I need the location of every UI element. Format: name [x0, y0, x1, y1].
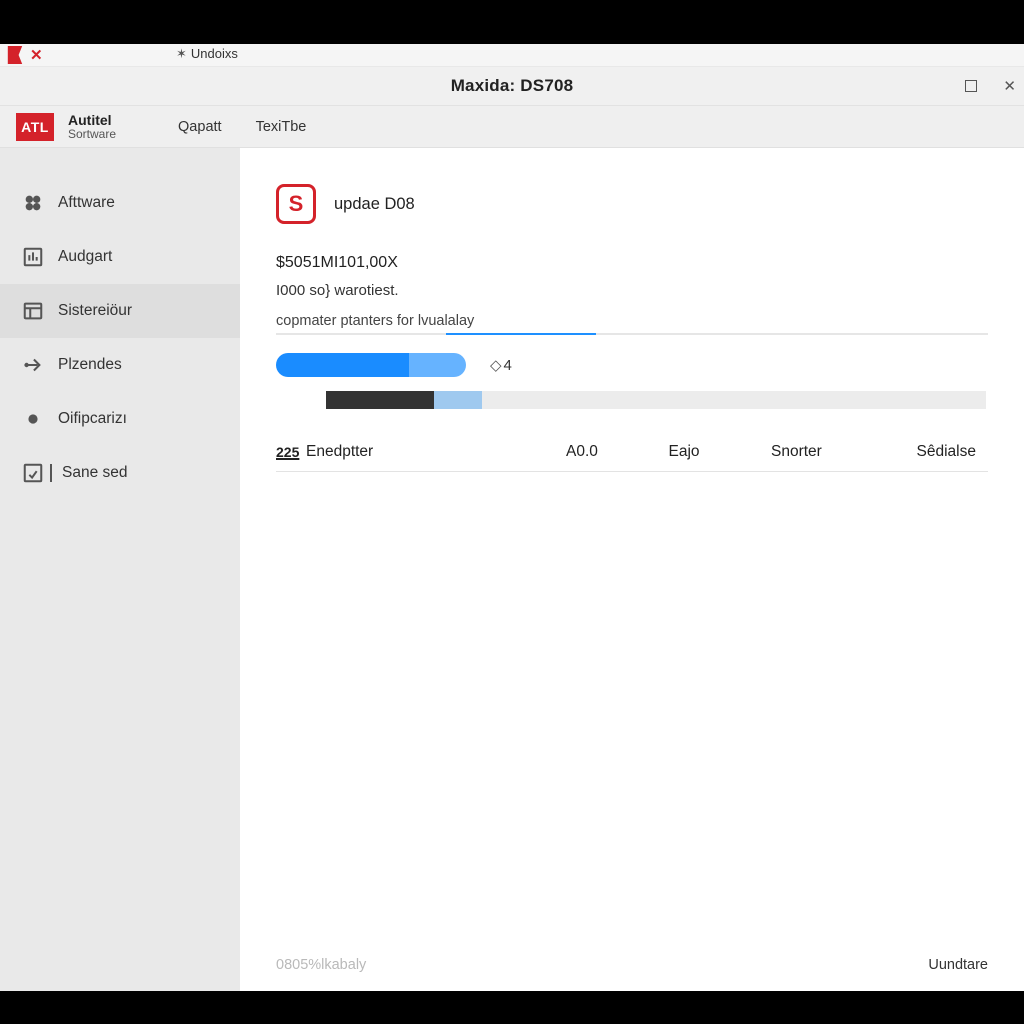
row-index-icon: 225: [276, 444, 306, 460]
sidebar-item-label: Sane sed: [62, 464, 128, 482]
module-title: updae D08: [334, 195, 415, 214]
clover-icon: [22, 192, 44, 214]
sidebar-item-label: Afttware: [58, 194, 115, 212]
brand-badge: ATL: [16, 113, 54, 141]
sub-line: I000 so} warotiest.: [276, 282, 988, 299]
install-progress-done: [326, 391, 434, 409]
maximize-button[interactable]: [965, 80, 977, 92]
chart-icon: [22, 246, 44, 268]
serial-code: $5051MI101,00X: [276, 254, 988, 272]
scan-progress-fill: [446, 333, 596, 335]
module-badge-icon: S: [276, 184, 316, 224]
dot-icon: [22, 408, 44, 430]
main-panel: S updae D08 $5051MI101,00X I000 so} waro…: [240, 148, 1024, 991]
download-progress-pill: [276, 353, 466, 377]
edit-box-icon: [22, 462, 44, 484]
update-list-row[interactable]: 225 Enedptter A0.0 Eajo Snorter Sêdialse: [276, 433, 988, 472]
download-progress-label: ◇4: [490, 356, 512, 374]
sidebar-item-label: Audgart: [58, 248, 112, 266]
row-col-3: Snorter: [771, 443, 874, 461]
panel-icon: [22, 300, 44, 322]
header-tab-1[interactable]: Qapatt: [178, 119, 222, 135]
sidebar-item-label: Plzendes: [58, 356, 122, 374]
sidebar: Afttware Audgart Sistereiöur Plzendes: [0, 148, 240, 991]
send-icon: [22, 354, 44, 376]
sidebar-item-software[interactable]: Afttware: [0, 176, 240, 230]
app-header: ATL Autitel Sortware Qapatt TexiTbe: [0, 106, 1024, 148]
header-tabs: Qapatt TexiTbe: [178, 119, 306, 135]
sidebar-item-update[interactable]: Audgart: [0, 230, 240, 284]
row-version: A0.0: [566, 443, 669, 461]
window-title: Maxida: DS708: [451, 76, 574, 96]
sidebar-item-saved[interactable]: Sane sed: [0, 446, 240, 500]
close-button[interactable]: ✕: [1003, 77, 1016, 95]
close-tab-icon[interactable]: ✕: [30, 48, 43, 63]
brand-line2: Sortware: [68, 128, 116, 141]
status-bar: 0805%lkabaly Uundtare: [276, 957, 988, 973]
app-window: ✕ ✶ Undoixs Maxida: DS708 ✕ ATL Autitel S…: [0, 44, 1024, 991]
tab-strip: ✕ ✶ Undoixs: [0, 44, 1024, 67]
brand-text: Autitel Sortware: [68, 113, 116, 140]
header-tab-2[interactable]: TexiTbe: [256, 119, 307, 135]
module-header: S updae D08: [276, 184, 988, 224]
app-body: Afttware Audgart Sistereiöur Plzendes: [0, 148, 1024, 991]
description-line: copmater ptanters for lvualalay: [276, 313, 988, 329]
row-col-2: Eajo: [669, 443, 772, 461]
row-name: Enedptter: [306, 443, 566, 461]
brand-line1: Autitel: [68, 113, 116, 128]
title-bar: Maxida: DS708 ✕: [0, 67, 1024, 106]
status-text: 0805%lkabaly: [276, 957, 366, 973]
sidebar-item-config[interactable]: Oifipcarizı: [0, 392, 240, 446]
row-col-4: Sêdialse: [874, 443, 989, 461]
flag-icon: [6, 46, 24, 64]
sidebar-item-label: Oifipcarizı: [58, 410, 127, 428]
update-button[interactable]: Uundtare: [928, 957, 988, 973]
install-progress: [326, 391, 986, 409]
star-icon: ✶: [176, 46, 187, 61]
sidebar-item-label: Sistereiöur: [58, 302, 132, 320]
sidebar-item-pending[interactable]: Plzendes: [0, 338, 240, 392]
sidebar-item-system[interactable]: Sistereiöur: [0, 284, 240, 338]
install-progress-active: [434, 391, 482, 409]
browser-tab[interactable]: ✶ Undoixs: [176, 46, 238, 62]
divider-icon: [50, 464, 52, 482]
tab-label: Undoixs: [191, 46, 238, 61]
window-controls: ✕: [965, 67, 1016, 105]
download-progress-row: ◇4: [276, 353, 988, 377]
scan-progress: [276, 333, 988, 335]
